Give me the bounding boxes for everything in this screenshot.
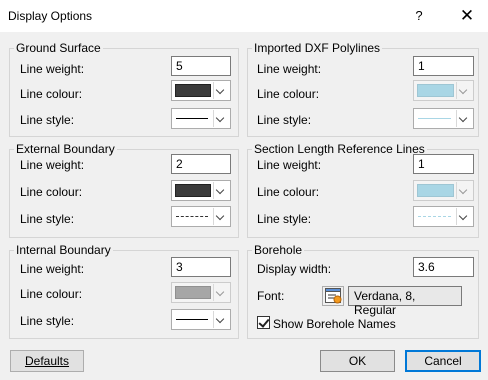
ground-surface-style-dropdown[interactable] bbox=[171, 108, 231, 129]
external-boundary-weight-label: Line weight: bbox=[20, 158, 85, 172]
chevron-down-icon bbox=[213, 284, 229, 301]
section-length-colour-label: Line colour: bbox=[257, 185, 320, 199]
font-value-field: Verdana, 8, Regular bbox=[348, 286, 462, 317]
internal-boundary-weight-label: Line weight: bbox=[20, 262, 85, 276]
external-boundary-style-dropdown[interactable] bbox=[171, 206, 231, 227]
internal-boundary-colour-swatch bbox=[175, 286, 211, 299]
show-borehole-names-label[interactable]: Show Borehole Names bbox=[273, 317, 396, 331]
font-dialog-icon bbox=[325, 288, 342, 304]
cancel-button-label: Cancel bbox=[424, 354, 462, 368]
solid-line-sample bbox=[176, 118, 208, 119]
external-boundary-colour-label: Line colour: bbox=[20, 185, 83, 199]
defaults-button[interactable]: Defaults bbox=[10, 350, 84, 372]
chevron-down-icon bbox=[456, 82, 472, 99]
imported-dxf-weight-input[interactable]: 1 bbox=[413, 56, 474, 76]
internal-boundary-colour-dropdown[interactable] bbox=[171, 282, 231, 303]
help-button[interactable]: ? bbox=[404, 2, 434, 30]
chevron-down-icon bbox=[456, 110, 472, 127]
dashed-line-sample bbox=[418, 216, 451, 217]
section-length-colour-dropdown[interactable] bbox=[413, 180, 474, 201]
internal-boundary-title: Internal Boundary bbox=[16, 243, 111, 257]
close-button[interactable]: ✕ bbox=[452, 2, 482, 30]
ground-surface-style-label: Line style: bbox=[20, 113, 75, 127]
dotted-line-sample bbox=[176, 216, 208, 217]
imported-dxf-colour-dropdown[interactable] bbox=[413, 80, 474, 101]
solid-line-sample bbox=[176, 319, 208, 320]
internal-boundary-style-label: Line style: bbox=[20, 314, 75, 328]
chevron-down-icon bbox=[456, 182, 472, 199]
chevron-down-icon bbox=[456, 208, 472, 225]
external-boundary-style-label: Line style: bbox=[20, 212, 75, 226]
ground-surface-weight-label: Line weight: bbox=[20, 62, 85, 76]
internal-boundary-colour-label: Line colour: bbox=[20, 287, 83, 301]
ground-surface-colour-swatch bbox=[175, 84, 211, 97]
external-boundary-colour-swatch bbox=[175, 184, 211, 197]
font-label: Font: bbox=[257, 289, 285, 303]
imported-dxf-style-label: Line style: bbox=[257, 113, 312, 127]
imported-dxf-title: Imported DXF Polylines bbox=[254, 41, 381, 55]
imported-dxf-style-dropdown[interactable] bbox=[413, 108, 474, 129]
ground-surface-colour-label: Line colour: bbox=[20, 87, 83, 101]
section-length-style-label: Line style: bbox=[257, 212, 312, 226]
chevron-down-icon bbox=[213, 182, 229, 199]
imported-dxf-colour-swatch bbox=[417, 84, 454, 97]
ground-surface-colour-dropdown[interactable] bbox=[171, 80, 231, 101]
ground-surface-title: Ground Surface bbox=[16, 41, 101, 55]
internal-boundary-style-dropdown[interactable] bbox=[171, 309, 231, 330]
internal-boundary-weight-input[interactable]: 3 bbox=[171, 257, 231, 277]
ok-button[interactable]: OK bbox=[320, 350, 395, 372]
display-width-label: Display width: bbox=[257, 262, 332, 276]
chevron-down-icon bbox=[213, 311, 229, 328]
window-title: Display Options bbox=[8, 9, 93, 23]
ok-button-label: OK bbox=[348, 354, 367, 368]
external-boundary-title: External Boundary bbox=[16, 142, 115, 156]
defaults-button-label: Defaults bbox=[24, 354, 70, 368]
borehole-title: Borehole bbox=[254, 243, 303, 257]
external-boundary-weight-input[interactable]: 2 bbox=[171, 154, 231, 174]
font-picker-button[interactable] bbox=[322, 286, 344, 306]
display-width-input[interactable]: 3.6 bbox=[413, 257, 474, 277]
section-length-weight-label: Line weight: bbox=[257, 158, 322, 172]
section-length-style-dropdown[interactable] bbox=[413, 206, 474, 227]
section-length-title: Section Length Reference Lines bbox=[254, 142, 425, 156]
chevron-down-icon bbox=[213, 110, 229, 127]
section-length-weight-input[interactable]: 1 bbox=[413, 154, 474, 174]
chevron-down-icon bbox=[213, 208, 229, 225]
show-borehole-names-checkbox[interactable] bbox=[257, 316, 270, 329]
imported-dxf-weight-label: Line weight: bbox=[257, 62, 322, 76]
solid-line-sample bbox=[418, 118, 451, 119]
external-boundary-colour-dropdown[interactable] bbox=[171, 180, 231, 201]
cancel-button[interactable]: Cancel bbox=[405, 350, 481, 372]
chevron-down-icon bbox=[213, 82, 229, 99]
section-length-colour-swatch bbox=[417, 184, 454, 197]
ground-surface-weight-input[interactable]: 5 bbox=[171, 56, 231, 76]
title-bar: Display Options ? ✕ bbox=[0, 0, 488, 32]
imported-dxf-colour-label: Line colour: bbox=[257, 87, 320, 101]
